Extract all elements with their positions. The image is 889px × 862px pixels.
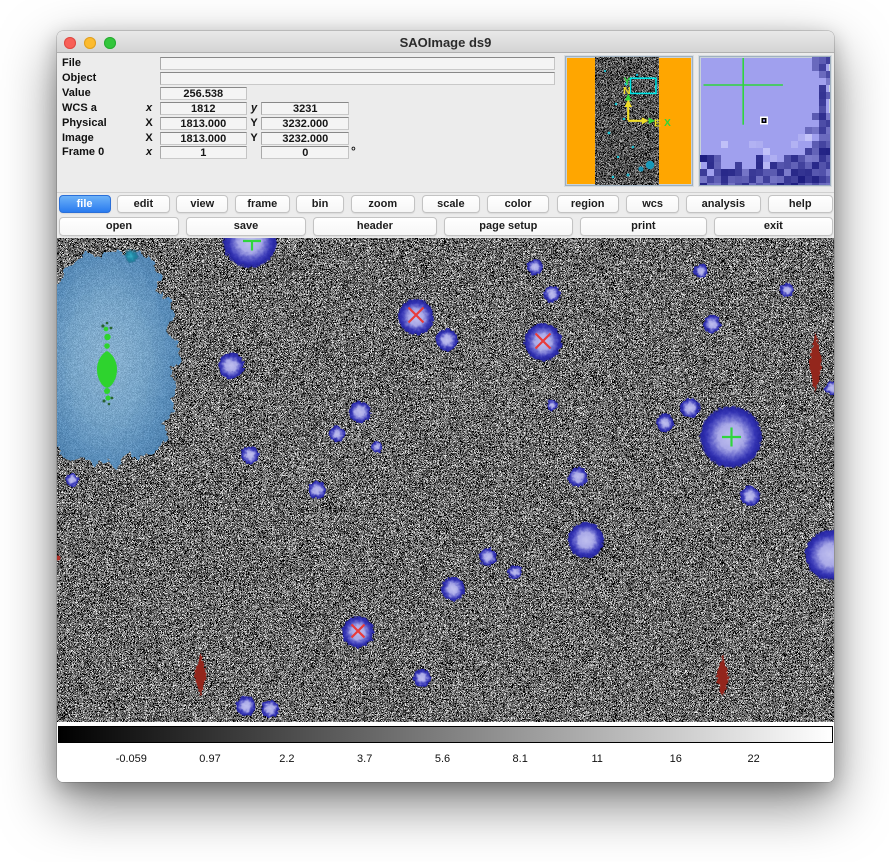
svg-text:E: E	[654, 119, 661, 130]
svg-text:X: X	[664, 118, 671, 129]
svg-text:N: N	[623, 85, 631, 97]
